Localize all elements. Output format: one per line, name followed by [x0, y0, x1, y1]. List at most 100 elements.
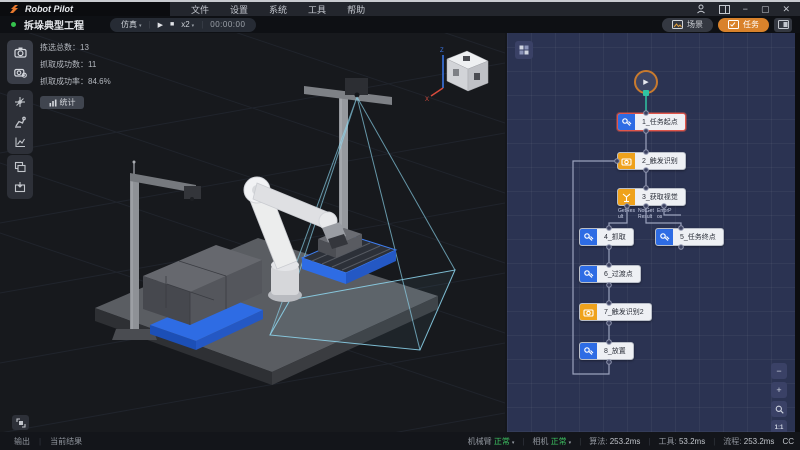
cube-axis-x-label: X — [425, 97, 429, 103]
pick-stats-overlay: 拣选总数：13 抓取成功数：11 抓取成功率：84.6% 统计 — [40, 42, 111, 109]
camera-icon — [580, 304, 597, 320]
grid-icon — [519, 45, 529, 55]
scene-tab[interactable]: 场景 — [662, 18, 713, 32]
flow-node-trigger-vision-2[interactable]: 7_触发识别2 — [579, 303, 652, 321]
divider: | — [201, 20, 203, 29]
toolgroup-view — [7, 40, 33, 84]
chevron-down-icon: ▾ — [569, 440, 572, 446]
chart-axes-icon[interactable] — [10, 133, 30, 151]
magnifier-button[interactable] — [771, 401, 787, 417]
camera-frustum — [270, 97, 455, 350]
claw-icon — [618, 189, 635, 205]
copy-layers-icon[interactable] — [10, 158, 30, 176]
stat-total-picks: 拣选总数：13 — [40, 42, 111, 53]
viewport-3d[interactable]: Z X — [0, 33, 505, 432]
flow-node-label: 5_任务终点 — [673, 229, 723, 245]
flow-node-label: 1_任务起点 — [635, 114, 685, 130]
current-result-tab[interactable]: 当前结果 — [50, 436, 82, 447]
move-3d-icon[interactable] — [10, 93, 30, 111]
statistics-button[interactable]: 统计 — [40, 96, 84, 109]
flow-node-task-start[interactable]: 1_任务起点 — [617, 113, 686, 131]
menu-tools[interactable]: 工具 — [308, 3, 326, 16]
scene-camera-icon[interactable] — [10, 43, 30, 61]
simulation-transport: 仿真▾ | ▶ ■ x2▾ | 00:00:00 — [110, 18, 256, 32]
speed-select[interactable]: x2▾ — [181, 20, 194, 29]
port-label-get-result: GetResult — [618, 209, 635, 220]
zoom-out-button[interactable]: − — [771, 363, 787, 379]
bar-chart-icon — [49, 99, 57, 107]
minimize-button[interactable]: − — [743, 5, 748, 14]
status-robot[interactable]: 机械臂 正常▾ — [468, 436, 515, 447]
stat-success-rate: 抓取成功率：84.6% — [40, 76, 111, 87]
menu-file[interactable]: 文件 — [191, 3, 209, 16]
port-label-not-get-result: NotGetResult — [638, 209, 655, 220]
divider: | — [579, 437, 581, 446]
stop-button[interactable]: ■ — [170, 21, 174, 28]
camera-icon — [618, 153, 635, 169]
divider: | — [648, 437, 650, 446]
divider: | — [713, 437, 715, 446]
flow-node-task-end[interactable]: 5_任务终点 — [655, 228, 724, 246]
running-status-dot — [11, 22, 16, 27]
flow-layout-button[interactable] — [515, 41, 533, 59]
window-controls: − ▢ ✕ — [696, 4, 800, 14]
import-layers-icon[interactable] — [10, 178, 30, 196]
mode-select[interactable]: 仿真▾ — [121, 19, 142, 30]
status-algorithm-time: 算法: 253.2ms — [589, 436, 640, 447]
flow-node-place[interactable]: 8_放置 — [579, 342, 634, 360]
project-toolbar: 拆垛典型工程 仿真▾ | ▶ ■ x2▾ | 00:00:00 场景 — [0, 16, 800, 33]
menu-help[interactable]: 帮助 — [347, 3, 365, 16]
fit-1-1-button[interactable]: 1:1 — [771, 420, 787, 432]
status-flow-time: 流程: 253.2ms — [723, 436, 774, 447]
divider: | — [522, 437, 524, 446]
scene-image-icon — [672, 20, 683, 29]
flow-node-transition-point[interactable]: 6_过渡点 — [579, 265, 641, 283]
menu-system[interactable]: 系统 — [269, 3, 287, 16]
toolgroup-layout — [7, 155, 33, 199]
chevron-down-icon: ▾ — [139, 23, 142, 29]
project-title: 拆垛典型工程 — [24, 17, 84, 32]
zoom-in-button[interactable]: + — [771, 382, 787, 398]
flow-node-trigger-vision[interactable]: 2_触发识别 — [617, 152, 686, 170]
gripper-icon — [580, 229, 597, 245]
user-icon[interactable] — [696, 4, 706, 14]
gripper-icon — [580, 343, 597, 359]
monitor-icon — [778, 20, 789, 29]
flow-node-label: 8_放置 — [597, 343, 633, 359]
camera-settings-icon[interactable] — [10, 63, 30, 81]
brand-name: Robot Pilot — [25, 4, 73, 14]
close-button[interactable]: ✕ — [782, 5, 790, 14]
divider: | — [39, 437, 41, 446]
gripper-icon — [618, 114, 635, 130]
task-flow-panel[interactable]: ▶ 1_任务起点 2_触发识别 3_获取视觉 4_抓取 5_任务终点 6_过渡点 — [505, 33, 795, 432]
menu-settings[interactable]: 设置 — [230, 3, 248, 16]
robot-arm-icon[interactable] — [10, 113, 30, 131]
status-trailing: CC — [782, 437, 794, 446]
task-tab[interactable]: 任务 — [718, 18, 769, 32]
flow-start-node[interactable]: ▶ — [634, 70, 658, 94]
panel-toggle-button[interactable] — [774, 18, 792, 32]
task-list-icon — [728, 20, 739, 29]
status-camera[interactable]: 相机 正常▾ — [532, 436, 571, 447]
divider: | — [149, 20, 151, 29]
play-button[interactable]: ▶ — [158, 21, 163, 29]
output-tab[interactable]: 输出 — [14, 436, 30, 447]
gripper-icon — [580, 266, 597, 282]
run-timer: 00:00:00 — [210, 20, 245, 29]
expand-icon — [16, 418, 26, 428]
expand-view-button[interactable] — [12, 415, 29, 430]
maximize-button[interactable]: ▢ — [761, 5, 770, 14]
status-left: 输出 | 当前结果 — [0, 436, 82, 447]
flow-node-get-vision-result[interactable]: 3_获取视觉 — [617, 188, 686, 206]
flow-node-label: 4_抓取 — [597, 229, 633, 245]
window-layout-icon[interactable] — [719, 5, 730, 14]
camera-head-left — [184, 186, 201, 199]
status-bar: 输出 | 当前结果 机械臂 正常▾ | 相机 正常▾ | 算法: 253.2ms… — [0, 432, 800, 450]
flow-node-label: 7_触发识别2 — [597, 304, 651, 320]
menu-bar: Robot Pilot 文件 设置 系统 工具 帮助 − ▢ ✕ — [0, 2, 800, 16]
stat-success-count: 抓取成功数：11 — [40, 59, 111, 70]
magnifier-icon — [775, 405, 784, 414]
port-label-error: ErrorPos — [657, 209, 674, 220]
chevron-down-icon: ▾ — [512, 440, 515, 446]
flow-node-grasp[interactable]: 4_抓取 — [579, 228, 634, 246]
